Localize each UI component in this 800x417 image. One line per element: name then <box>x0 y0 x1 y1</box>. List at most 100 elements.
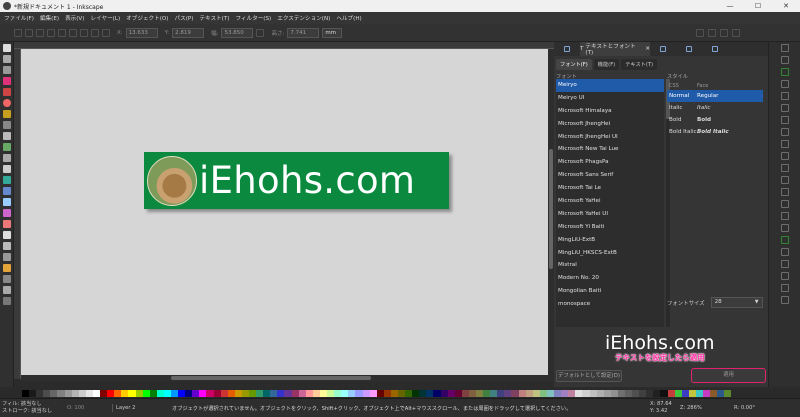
color-swatch[interactable] <box>100 390 108 397</box>
selector-tool-icon[interactable] <box>2 44 11 52</box>
horizontal-ruler[interactable] <box>14 42 554 49</box>
opacity-indicator[interactable]: O: 100 <box>67 405 84 411</box>
color-swatch[interactable] <box>29 390 37 397</box>
color-swatch[interactable] <box>518 390 526 397</box>
color-swatch[interactable] <box>433 390 441 397</box>
menu-help[interactable]: ヘルプ(H) <box>336 14 361 22</box>
color-swatch[interactable] <box>50 390 58 397</box>
move-gradients-icon[interactable] <box>720 28 728 37</box>
calligraphy-tool-icon[interactable] <box>2 154 11 162</box>
font-list-item[interactable]: Microsoft Tai Le <box>556 182 664 195</box>
color-swatch[interactable] <box>717 390 725 397</box>
close-window-button[interactable]: ✕ <box>772 2 800 10</box>
color-swatch[interactable] <box>497 390 505 397</box>
spiral-tool-icon[interactable] <box>2 121 11 129</box>
color-swatch[interactable] <box>92 390 101 397</box>
fill-stroke-icon[interactable] <box>780 260 789 268</box>
color-swatch[interactable] <box>78 390 86 397</box>
color-swatch[interactable] <box>213 390 221 397</box>
color-swatch[interactable] <box>85 390 93 397</box>
duplicate-icon[interactable] <box>780 212 789 220</box>
new-document-icon[interactable] <box>780 44 789 52</box>
color-swatch[interactable] <box>192 390 200 397</box>
color-swatch[interactable] <box>390 390 398 397</box>
lower-bottom-icon[interactable] <box>91 28 99 37</box>
font-list-item[interactable]: Meiryo UI <box>556 92 664 105</box>
font-list-item[interactable]: Microsoft Yi Baiti <box>556 221 664 234</box>
layer-selector[interactable]: Layer 2 <box>112 404 138 412</box>
color-swatch[interactable] <box>22 390 30 397</box>
color-swatch[interactable] <box>206 390 214 397</box>
tab-text-font[interactable]: T テキストとフォント (T) ✕ <box>580 42 650 56</box>
color-swatch[interactable] <box>43 390 51 397</box>
color-swatch[interactable] <box>319 390 328 397</box>
fill-stroke-indicator[interactable]: フィル: 該当なし ストローク: 該当なし <box>2 401 52 415</box>
color-swatch[interactable] <box>57 390 65 397</box>
zoom-page-icon[interactable] <box>780 200 789 208</box>
zoom-selection-icon[interactable] <box>780 176 789 184</box>
color-swatch[interactable] <box>412 390 420 397</box>
tab-edit-icon[interactable] <box>676 42 702 56</box>
color-swatch[interactable] <box>646 390 654 397</box>
pen-tool-icon[interactable] <box>2 143 11 151</box>
tab-export-icon[interactable] <box>702 42 728 56</box>
font-list-item[interactable]: Microsoft New Tai Lue <box>556 143 664 156</box>
align-icon[interactable] <box>780 296 789 304</box>
banner-text[interactable]: iEhohs.com <box>199 162 415 199</box>
color-swatch[interactable] <box>256 390 264 397</box>
color-swatch[interactable] <box>312 390 320 397</box>
clone-icon[interactable] <box>780 224 789 232</box>
color-swatch[interactable] <box>447 390 455 397</box>
logo-banner[interactable]: iEhohs.com <box>144 152 449 209</box>
color-swatch[interactable] <box>199 390 207 397</box>
font-list-item[interactable]: monospace <box>556 298 664 311</box>
color-swatch[interactable] <box>327 390 335 397</box>
color-swatch[interactable] <box>639 390 647 397</box>
color-swatch[interactable] <box>369 390 377 397</box>
zoom-control[interactable]: Z: 286% <box>680 405 702 411</box>
color-swatch[interactable] <box>178 390 186 397</box>
font-list-item[interactable]: Microsoft JhengHei UI <box>556 131 664 144</box>
font-size-select[interactable]: 28 ▼ <box>710 297 763 308</box>
color-swatch[interactable] <box>220 390 228 397</box>
menu-object[interactable]: オブジェクト(O) <box>126 14 168 22</box>
mesh-tool-icon[interactable] <box>2 198 11 206</box>
color-swatch[interactable] <box>249 390 257 397</box>
color-swatch[interactable] <box>440 390 448 397</box>
color-swatch[interactable] <box>64 390 72 397</box>
color-swatch[interactable] <box>554 390 562 397</box>
menu-file[interactable]: ファイル(F) <box>4 14 34 22</box>
rotate-cw-icon[interactable] <box>58 28 66 37</box>
font-list-item[interactable]: Microsoft JhengHei <box>556 118 664 131</box>
rotate-ccw-icon[interactable] <box>47 28 55 37</box>
tweak-tool-icon[interactable] <box>2 231 11 239</box>
color-swatch[interactable] <box>227 390 235 397</box>
color-swatch[interactable] <box>610 390 618 397</box>
connector-tool-icon[interactable] <box>2 253 11 261</box>
scale-corners-icon[interactable] <box>708 28 716 37</box>
color-swatch[interactable] <box>703 390 711 397</box>
color-swatch[interactable] <box>163 390 171 397</box>
select-all-icon[interactable] <box>14 28 22 37</box>
apply-button[interactable]: 適用 <box>691 368 766 383</box>
menu-filters[interactable]: フィルター(S) <box>235 14 271 22</box>
raise-top-icon[interactable] <box>102 28 110 37</box>
color-swatch[interactable] <box>532 390 540 397</box>
menu-layer[interactable]: レイヤー(L) <box>90 14 120 22</box>
menu-view[interactable]: 表示(V) <box>65 14 84 22</box>
rectangle-tool-icon[interactable] <box>2 77 11 85</box>
flip-horizontal-icon[interactable] <box>69 28 77 37</box>
color-swatch[interactable] <box>107 390 115 397</box>
text-font-icon[interactable] <box>780 272 789 280</box>
canvas-horizontal-scrollbar[interactable] <box>21 375 554 381</box>
scroll-thumb[interactable] <box>171 376 371 380</box>
font-list-item[interactable]: Microsoft Sans Serif <box>556 169 664 182</box>
pencil-tool-icon[interactable] <box>2 132 11 140</box>
color-swatch[interactable] <box>476 390 484 397</box>
minimize-button[interactable]: — <box>716 2 744 10</box>
color-swatch[interactable] <box>405 390 413 397</box>
scale-stroke-icon[interactable] <box>696 28 704 37</box>
color-swatch[interactable] <box>596 390 604 397</box>
subtab-text[interactable]: テキスト(T) <box>621 59 658 70</box>
style-row-normal[interactable]: Normal Regular <box>667 90 763 102</box>
